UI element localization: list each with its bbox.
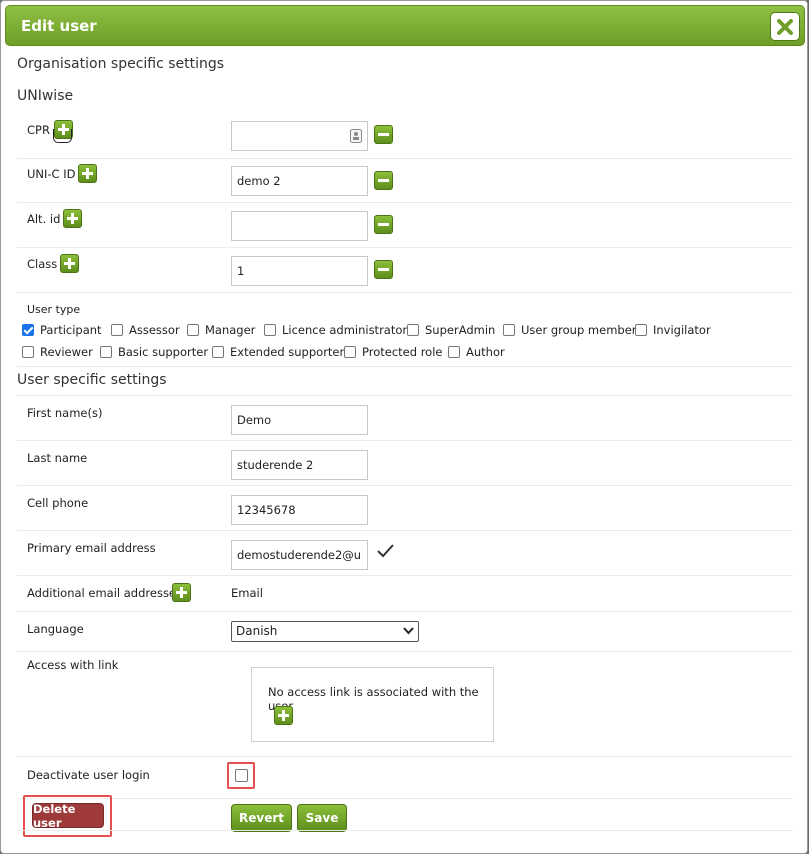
user-type-extended-supporter[interactable]: Extended supporter <box>212 345 344 359</box>
contact-card-icon <box>350 129 362 143</box>
alt-id-input[interactable] <box>231 211 368 241</box>
divider <box>17 611 793 612</box>
user-type-licence-administrator[interactable]: Licence administrator <box>264 323 407 337</box>
divider <box>17 485 793 486</box>
unic-id-input[interactable] <box>231 166 368 196</box>
user-type-participant[interactable]: Participant <box>22 323 102 337</box>
add-unic-id-button[interactable] <box>78 164 97 183</box>
user-group-member-checkbox[interactable] <box>503 324 515 336</box>
user-type-basic-supporter[interactable]: Basic supporter <box>100 345 208 359</box>
language-label: Language <box>27 622 84 636</box>
licence-administrator-checkbox[interactable] <box>264 324 276 336</box>
close-button[interactable] <box>770 12 800 41</box>
email-column-header: Email <box>231 586 263 600</box>
primary-email-label: Primary email address <box>27 541 156 555</box>
divider <box>17 395 793 396</box>
user-type-superadmin[interactable]: SuperAdmin <box>407 323 495 337</box>
first-name-input[interactable] <box>231 405 368 435</box>
basic-supporter-checkbox[interactable] <box>100 346 112 358</box>
manager-checkbox[interactable] <box>187 324 199 336</box>
divider <box>17 798 793 799</box>
additional-emails-label: Additional email addresses <box>27 586 183 600</box>
divider <box>17 247 793 248</box>
user-type-assessor[interactable]: Assessor <box>111 323 180 337</box>
divider <box>17 158 793 159</box>
chevron-down-icon <box>403 627 414 635</box>
divider <box>17 366 793 367</box>
unic-id-label: UNI-C ID <box>27 167 76 181</box>
checkmark-icon <box>377 544 394 558</box>
remove-alt-id-button[interactable] <box>374 215 393 234</box>
cell-phone-input[interactable] <box>231 495 368 525</box>
class-input[interactable] <box>231 256 368 286</box>
revert-button[interactable]: Revert <box>231 804 292 832</box>
extended-supporter-checkbox[interactable] <box>212 346 224 358</box>
superadmin-checkbox[interactable] <box>407 324 419 336</box>
add-access-link-button[interactable] <box>274 706 293 725</box>
user-type-label: User type <box>27 303 81 316</box>
user-type-protected-role[interactable]: Protected role <box>344 345 442 359</box>
cpr-input[interactable] <box>231 121 368 151</box>
last-name-label: Last name <box>27 451 88 465</box>
deactivate-checkbox[interactable] <box>235 769 248 782</box>
access-link-box: No access link is associated with the us… <box>251 667 494 742</box>
protected-role-checkbox[interactable] <box>344 346 356 358</box>
divider <box>17 530 793 531</box>
remove-cpr-button[interactable] <box>374 125 393 144</box>
divider <box>17 440 793 441</box>
dialog-titlebar: Edit user <box>5 5 805 46</box>
cpr-label: CPR <box>27 123 50 137</box>
assessor-checkbox[interactable] <box>111 324 123 336</box>
edit-user-dialog: Edit user Organisation specific settings… <box>0 0 808 854</box>
user-type-invigilator[interactable]: Invigilator <box>635 323 711 337</box>
user-type-reviewer[interactable]: Reviewer <box>22 345 93 359</box>
org-settings-heading: Organisation specific settings <box>17 56 225 72</box>
language-selected: Danish <box>236 624 278 638</box>
remove-unic-id-button[interactable] <box>374 171 393 190</box>
divider <box>17 756 793 757</box>
dialog-title: Edit user <box>21 17 97 35</box>
no-access-link-message: No access link is associated with the us… <box>268 685 479 713</box>
user-type-author[interactable]: Author <box>448 345 505 359</box>
first-name-label: First name(s) <box>27 406 103 420</box>
user-type-manager[interactable]: Manager <box>187 323 255 337</box>
divider <box>17 292 793 293</box>
divider <box>17 651 793 652</box>
author-checkbox[interactable] <box>448 346 460 358</box>
participant-checkbox[interactable] <box>22 324 34 336</box>
save-button[interactable]: Save <box>297 804 347 832</box>
last-name-input[interactable] <box>231 450 368 480</box>
add-email-button[interactable] <box>172 583 191 602</box>
deactivate-label: Deactivate user login <box>27 768 150 782</box>
remove-class-button[interactable] <box>374 260 393 279</box>
divider <box>17 575 793 576</box>
org-name-heading: UNIwise <box>17 88 74 104</box>
cell-phone-label: Cell phone <box>27 496 89 510</box>
divider <box>17 202 793 203</box>
delete-user-button[interactable]: Delete user <box>32 802 104 830</box>
add-class-button[interactable] <box>60 254 79 273</box>
reviewer-checkbox[interactable] <box>22 346 34 358</box>
focus-ring <box>53 129 72 143</box>
alt-id-label: Alt. id <box>27 212 61 226</box>
divider <box>17 830 793 831</box>
user-settings-heading: User specific settings <box>17 372 167 388</box>
close-x-icon <box>777 18 793 35</box>
class-label: Class <box>27 257 58 271</box>
invigilator-checkbox[interactable] <box>635 324 647 336</box>
access-link-label: Access with link <box>27 658 119 672</box>
primary-email-input[interactable] <box>231 540 368 570</box>
add-alt-id-button[interactable] <box>63 209 82 228</box>
user-type-user-group-member[interactable]: User group member <box>503 323 637 337</box>
language-select[interactable]: Danish <box>231 621 419 642</box>
